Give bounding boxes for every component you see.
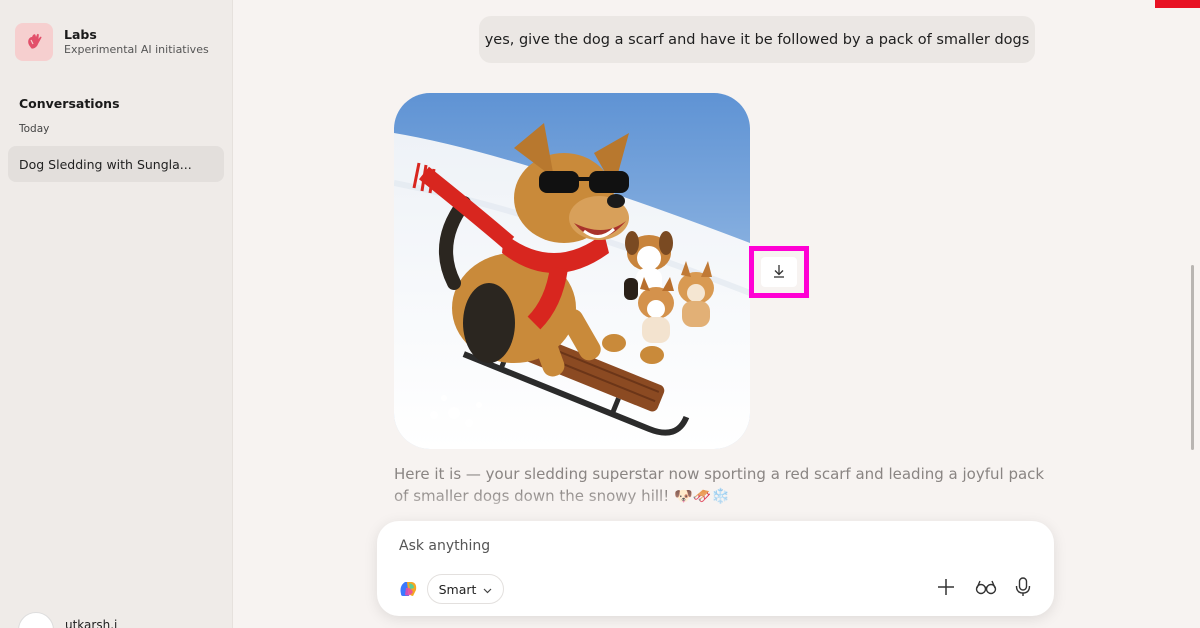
microphone-icon [1015,577,1031,601]
window-close-accent[interactable] [1155,0,1200,8]
conversation-group-label: Today [19,123,50,135]
chat-area: yes, give the dog a scarf and have it be… [234,0,1200,628]
add-button[interactable] [934,577,958,601]
voice-button[interactable] [1011,577,1035,601]
vision-button[interactable] [973,577,999,601]
conversation-item-active[interactable]: Dog Sledding with Sungla... [8,146,224,182]
assistant-reply: Here it is — your sledding superstar now… [394,465,1045,505]
chevron-down-icon [483,582,492,597]
conversations-heading: Conversations [19,96,120,111]
plus-icon [937,578,955,600]
download-icon [772,263,786,282]
composer: Smart [377,521,1054,616]
ask-anything-input[interactable] [399,535,1019,557]
avatar: u [18,612,54,628]
scrollbar-thumb[interactable] [1191,265,1194,450]
mode-selector[interactable]: Smart [427,574,504,604]
brand-subtitle: Experimental AI initiatives [64,43,209,56]
user-message-bubble: yes, give the dog a scarf and have it be… [479,16,1035,63]
user-name: utkarsh.i [65,618,118,628]
mode-label: Smart [438,581,477,597]
copilot-logo-icon[interactable] [397,578,419,600]
brand[interactable]: Labs Experimental AI initiatives [15,23,209,61]
brand-title: Labs [64,27,97,42]
download-image-button[interactable] [749,246,809,298]
user-profile[interactable]: u utkarsh.i [18,612,117,628]
sidebar: Labs Experimental AI initiatives Convers… [0,0,233,628]
glasses-icon [975,579,997,599]
generated-image[interactable] [394,93,750,449]
labs-hand-icon [15,23,53,61]
